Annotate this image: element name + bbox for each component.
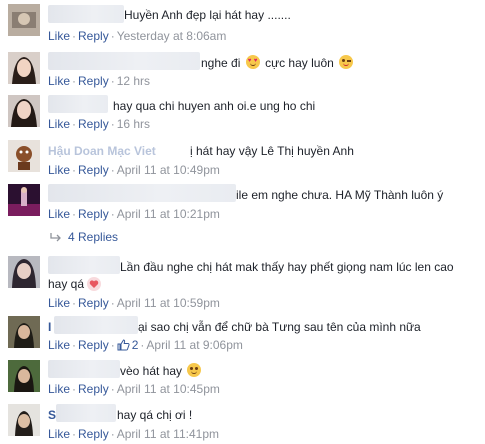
comment-text-part: vèo hát hay — [120, 364, 183, 378]
comment-text: ại sao chị vẫn để chữ bà Tưng sau tên củ… — [138, 320, 421, 334]
reply-link[interactable]: Reply — [78, 29, 109, 43]
timestamp[interactable]: April 11 at 10:49pm — [117, 163, 220, 177]
redacted-name — [48, 184, 236, 202]
comment-text: ị hát hay vậy Lê Thị huyền Anh — [190, 144, 354, 158]
avatar[interactable] — [8, 184, 40, 216]
timestamp[interactable]: April 11 at 9:06pm — [146, 338, 243, 352]
comment-text: nghe đi ♥ ♥ cực hay luôn — [201, 55, 355, 71]
comment-actions: Like · Reply · 12 hrs — [48, 73, 150, 89]
redacted-name — [48, 5, 124, 23]
avatar[interactable] — [8, 360, 40, 392]
comment-text: Lần đầu nghe chị hát mak thấy hay phết g… — [120, 260, 454, 274]
like-link[interactable]: Like — [48, 117, 70, 131]
avatar[interactable] — [8, 95, 40, 127]
replies-link[interactable]: 4 Replies — [50, 230, 118, 244]
commenter-name[interactable]: Hậu Doan Mạc Viet — [48, 143, 156, 159]
reply-link[interactable]: Reply — [78, 296, 109, 310]
comment-text: Huyền Anh đẹp lại hát hay ....... — [124, 8, 291, 22]
separator: · — [72, 163, 77, 177]
reply-link[interactable]: Reply — [78, 427, 109, 441]
timestamp[interactable]: April 11 at 10:21pm — [117, 207, 220, 221]
separator: · — [110, 338, 115, 352]
like-link[interactable]: Like — [48, 29, 70, 43]
comment-actions: Like · Reply · April 11 at 10:49pm — [48, 162, 220, 178]
separator: · — [72, 74, 77, 88]
separator: · — [72, 117, 77, 131]
comment-text-part: cực hay luôn — [265, 56, 334, 70]
timestamp[interactable]: April 11 at 11:41pm — [117, 427, 219, 441]
avatar[interactable] — [8, 316, 40, 348]
comment-text: vèo hát hay — [120, 363, 203, 379]
heart-icon — [87, 277, 102, 291]
like-link[interactable]: Like — [48, 338, 70, 352]
replies-count[interactable]: 4 Replies — [68, 230, 118, 244]
commenter-name-initial[interactable]: S — [48, 407, 56, 423]
separator: · — [110, 163, 115, 177]
separator: · — [72, 29, 77, 43]
separator: · — [110, 74, 115, 88]
comment-actions: Like · Reply · 16 hrs — [48, 116, 150, 132]
separator: · — [72, 296, 77, 310]
timestamp[interactable]: 16 hrs — [117, 117, 150, 131]
redacted-name — [54, 316, 138, 334]
like-link[interactable]: Like — [48, 74, 70, 88]
comment-text: hay qá chị ơi ! — [117, 408, 193, 422]
avatar[interactable] — [8, 140, 40, 172]
comment-actions: Like · Reply · 2 · April 11 at 9:06pm — [48, 337, 243, 353]
comment-actions: Like · Reply · April 11 at 10:21pm — [48, 206, 220, 222]
comment-actions: Like · Reply · Yesterday at 8:06am — [48, 28, 226, 44]
timestamp[interactable]: April 11 at 10:45pm — [117, 382, 220, 396]
timestamp[interactable]: April 11 at 10:59pm — [117, 296, 220, 310]
separator: · — [110, 427, 115, 441]
like-link[interactable]: Like — [48, 296, 70, 310]
comment-text: ile em nghe chưa. HA Mỹ Thành luôn ý — [236, 188, 444, 202]
comment-text-line2: hay qá — [48, 276, 102, 292]
avatar[interactable] — [8, 404, 40, 436]
separator: · — [110, 207, 115, 221]
smile-emoji-icon — [187, 363, 202, 377]
separator: · — [72, 338, 77, 352]
redacted-name — [48, 95, 108, 113]
reply-link[interactable]: Reply — [78, 74, 109, 88]
wink-emoji-icon — [339, 55, 354, 69]
separator: · — [110, 382, 115, 396]
thumbs-up-icon — [117, 339, 130, 351]
redacted-name — [48, 360, 120, 378]
like-link[interactable]: Like — [48, 427, 70, 441]
reply-arrow-icon — [50, 233, 61, 242]
avatar[interactable] — [8, 4, 40, 36]
comment-actions: Like · Reply · April 11 at 10:59pm — [48, 295, 220, 311]
separator: · — [110, 296, 115, 310]
avatar[interactable] — [8, 52, 40, 84]
reply-link[interactable]: Reply — [78, 117, 109, 131]
reply-link[interactable]: Reply — [78, 338, 109, 352]
commenter-name-initial[interactable]: I — [48, 319, 51, 335]
redacted-name — [48, 52, 200, 70]
redacted-name — [48, 256, 120, 274]
separator: · — [72, 382, 77, 396]
comment-actions: Like · Reply · April 11 at 11:41pm — [48, 426, 219, 442]
redacted-name — [56, 404, 116, 422]
heart-eyes-emoji-icon: ♥ ♥ — [245, 55, 260, 69]
separator: · — [72, 427, 77, 441]
comment-text-part: nghe đi — [201, 56, 241, 70]
reply-link[interactable]: Reply — [78, 207, 109, 221]
reply-link[interactable]: Reply — [78, 163, 109, 177]
timestamp[interactable]: Yesterday at 8:06am — [117, 29, 227, 43]
comment-actions: Like · Reply · April 11 at 10:45pm — [48, 381, 220, 397]
reply-link[interactable]: Reply — [78, 382, 109, 396]
comment-text: hay qua chi huyen anh oi.e ung ho chi — [113, 99, 316, 113]
separator: · — [110, 117, 115, 131]
comment-text-part: hay qá — [48, 277, 85, 291]
like-link[interactable]: Like — [48, 207, 70, 221]
view-replies[interactable]: 4 Replies — [0, 230, 485, 246]
like-link[interactable]: Like — [48, 163, 70, 177]
separator: · — [110, 29, 115, 43]
avatar[interactable] — [8, 256, 40, 288]
separator: · — [72, 207, 77, 221]
like-link[interactable]: Like — [48, 382, 70, 396]
timestamp[interactable]: 12 hrs — [117, 74, 150, 88]
